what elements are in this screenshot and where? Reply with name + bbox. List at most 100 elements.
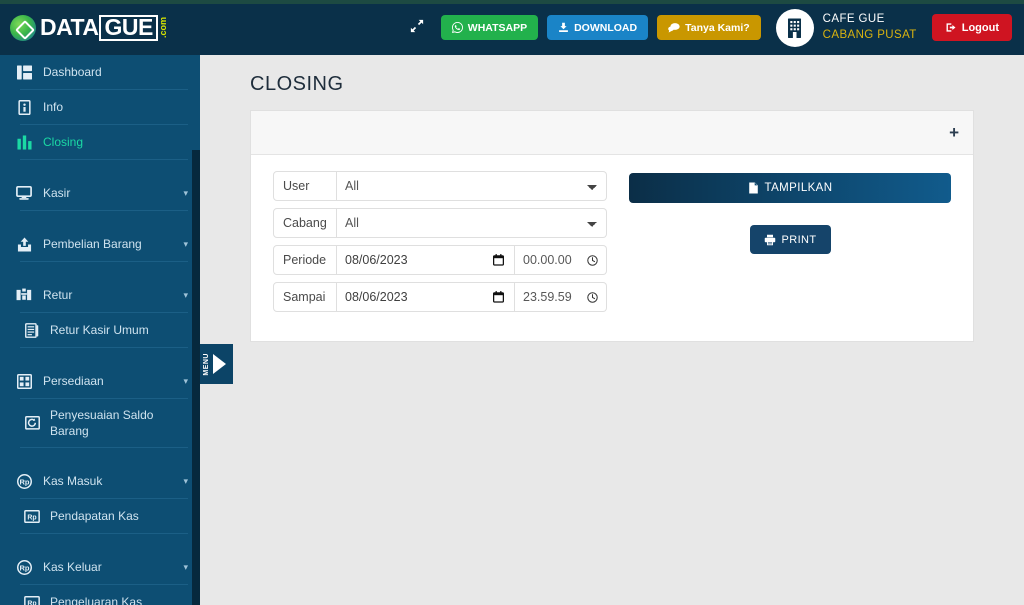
sidebar-item-info[interactable]: Info	[0, 90, 200, 124]
clock-icon	[587, 255, 598, 266]
sampai-label: Sampai	[273, 282, 337, 312]
sidebar-scrollbar-thumb[interactable]	[192, 150, 200, 605]
brand-logo-area[interactable]: DATA GUE .com	[0, 0, 200, 55]
periode-time-value: 00.00.00	[523, 253, 572, 267]
top-header: DATA GUE .com WHATSAPP DOWNLOAD	[0, 0, 1024, 55]
sidebar-item-pembelian-barang[interactable]: Pembelian Barang ▾	[0, 227, 200, 261]
cabang-select[interactable]: All	[337, 208, 607, 238]
sidebar-item-pendapatan-kas[interactable]: Rp Pendapatan Kas	[0, 499, 200, 533]
svg-text:Rp: Rp	[27, 601, 36, 605]
chat-bubble-icon	[668, 22, 680, 33]
sidebar-item-penyesuaian-saldo-barang[interactable]: Penyesuaian Saldo Barang	[0, 399, 200, 447]
company-name: CAFE GUE	[823, 12, 917, 28]
sidebar-item-label: Penyesuaian Saldo Barang	[50, 407, 188, 439]
card-body: User All Cabang All Periode 08/06/2023	[251, 155, 973, 341]
whatsapp-button[interactable]: WHATSAPP	[441, 15, 538, 40]
document-list-icon	[22, 321, 42, 339]
svg-text:Rp: Rp	[19, 564, 29, 573]
svg-text:Rp: Rp	[27, 515, 36, 522]
chevron-down-icon: ▾	[183, 476, 188, 487]
tanya-kami-label: Tanya Kami?	[685, 22, 750, 34]
card-header: +	[251, 111, 973, 155]
datague-logo-icon	[10, 15, 36, 41]
chevron-down-icon: ▾	[183, 376, 188, 387]
action-buttons: TAMPILKAN PRINT	[607, 171, 951, 319]
sidebar-item-dashboard[interactable]: Dashboard	[0, 55, 200, 89]
tampilkan-button[interactable]: TAMPILKAN	[629, 173, 951, 203]
sidebar-item-kasir[interactable]: Kasir ▾	[0, 176, 200, 210]
rupiah-note-icon: Rp	[22, 593, 42, 605]
closing-filter-card: + User All Cabang All Periode	[250, 110, 974, 342]
sidebar-item-label: Pendapatan Kas	[50, 508, 188, 524]
nav-spacer	[0, 211, 200, 227]
chevron-down-icon: ▾	[183, 188, 188, 199]
sidebar-menu-toggle[interactable]: MENU	[200, 344, 233, 384]
brand-title: DATA GUE .com	[40, 14, 168, 41]
main-content: CLOSING + User All Cabang All	[200, 55, 1024, 605]
rupiah-circle-icon: Rp	[14, 558, 34, 576]
sidebar-item-kas-masuk[interactable]: RpKas Masuk▾	[0, 464, 200, 498]
sidebar-item-pengeluaran-kas[interactable]: Rp Pengeluaran Kas	[0, 585, 200, 605]
chevron-down-icon: ▾	[183, 562, 188, 573]
nav-spacer	[0, 160, 200, 176]
retur-icon	[14, 286, 34, 304]
download-icon	[558, 22, 569, 33]
sampai-date-input[interactable]: 08/06/2023	[337, 282, 515, 312]
periode-field-row: Periode 08/06/2023 00.00.00	[273, 245, 607, 275]
sidebar-item-label: Kas Keluar	[43, 559, 179, 575]
sidebar-item-label: Pembelian Barang	[43, 236, 179, 252]
upload-box-icon	[14, 235, 34, 253]
periode-label: Periode	[273, 245, 337, 275]
user-field-row: User All	[273, 171, 607, 201]
sidebar-item-label: Pengeluaran Kas	[50, 594, 188, 605]
chevron-down-icon: ▾	[183, 239, 188, 250]
chevron-down-icon: ▾	[183, 290, 188, 301]
triangle-right-icon	[213, 354, 226, 374]
nav-spacer	[0, 262, 200, 278]
adjust-icon	[22, 414, 42, 432]
calendar-icon	[493, 291, 504, 303]
logout-icon	[945, 22, 957, 33]
download-button[interactable]: DOWNLOAD	[547, 15, 648, 40]
calendar-icon	[493, 254, 504, 266]
tanya-kami-button[interactable]: Tanya Kami?	[657, 15, 761, 40]
sidebar-item-retur[interactable]: Retur▾	[0, 278, 200, 312]
download-label: DOWNLOAD	[574, 22, 637, 34]
sidebar-item-label: Dashboard	[43, 64, 188, 80]
periode-date-input[interactable]: 08/06/2023	[337, 245, 515, 275]
brand-name-data: DATA	[40, 14, 98, 41]
sidebar-item-label: Kasir	[43, 185, 179, 201]
sidebar-item-retur-kasir-umum[interactable]: Retur Kasir Umum	[0, 313, 200, 347]
brand-name-gue: GUE	[99, 15, 157, 41]
sidebar: DashboardInfoClosingKasir▾Pembelian Bara…	[0, 55, 200, 605]
sampai-date-value: 08/06/2023	[345, 290, 408, 304]
inventory-icon	[14, 372, 34, 390]
tampilkan-label: TAMPILKAN	[765, 182, 833, 194]
add-button[interactable]: +	[949, 124, 959, 141]
sidebar-item-closing[interactable]: Closing	[0, 125, 200, 159]
whatsapp-label: WHATSAPP	[468, 22, 527, 34]
sidebar-item-label: Persediaan	[43, 373, 179, 389]
sampai-field-row: Sampai 08/06/2023 23.59.59	[273, 282, 607, 312]
expand-arrows-icon[interactable]	[402, 15, 432, 40]
sampai-time-input[interactable]: 23.59.59	[515, 282, 607, 312]
rupiah-circle-icon: Rp	[14, 472, 34, 490]
print-label: PRINT	[782, 234, 817, 246]
sidebar-item-persediaan[interactable]: Persediaan ▾	[0, 364, 200, 398]
page-title: CLOSING	[250, 73, 974, 96]
rupiah-note-icon: Rp	[22, 507, 42, 525]
top-accent-strip	[0, 0, 1024, 4]
dashboard-icon	[14, 63, 34, 81]
print-button[interactable]: PRINT	[750, 225, 831, 254]
logout-label: Logout	[962, 22, 999, 34]
printer-icon	[764, 234, 776, 246]
user-select[interactable]: All	[337, 171, 607, 201]
company-info[interactable]: CAFE GUE CABANG PUSAT	[776, 9, 917, 47]
nav-spacer	[0, 348, 200, 364]
sidebar-item-label: Info	[43, 99, 188, 115]
logout-button[interactable]: Logout	[932, 14, 1012, 41]
sidebar-item-kas-keluar[interactable]: Rp Kas Keluar ▾	[0, 550, 200, 584]
print-button-wrap: PRINT	[629, 225, 951, 254]
company-branch: CABANG PUSAT	[823, 28, 917, 44]
periode-time-input[interactable]: 00.00.00	[515, 245, 607, 275]
